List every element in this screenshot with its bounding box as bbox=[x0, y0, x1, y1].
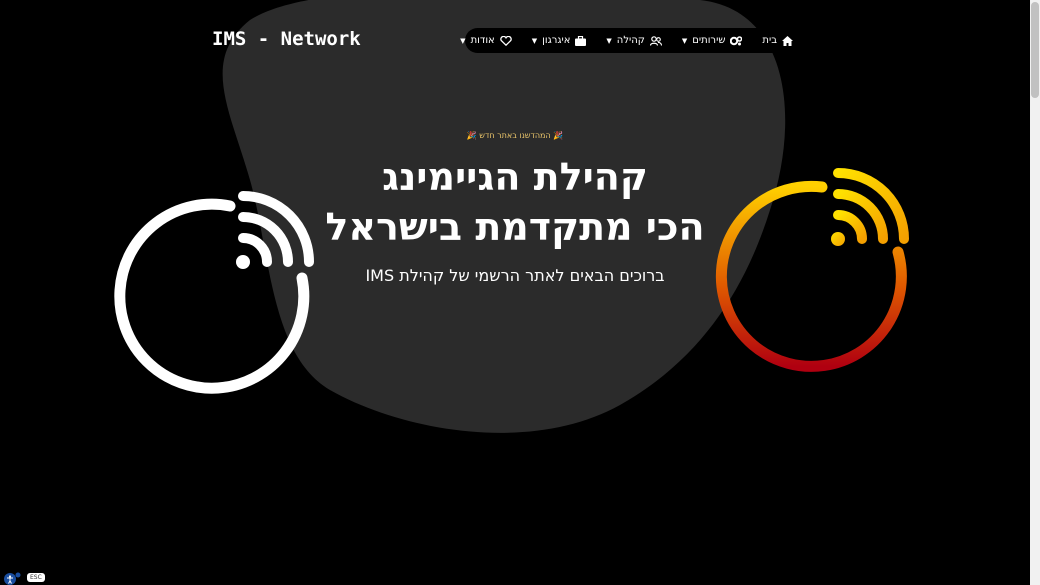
chevron-down-icon: ▼ bbox=[606, 36, 612, 45]
hero-title: קהילת הגיימינג הכי מתקדמת בישראל bbox=[0, 152, 1030, 252]
chevron-down-icon: ▼ bbox=[681, 36, 688, 45]
main-nav: בית שירותים ▼ קהילה ▼ איגרגון ▼ אודות ▼ bbox=[460, 28, 805, 53]
nav-item-label: איגרגון bbox=[542, 35, 571, 46]
chevron-down-icon: ▼ bbox=[460, 36, 466, 45]
nav-item-label: אודות bbox=[470, 35, 495, 46]
nav-item-label: שירותים bbox=[692, 35, 726, 46]
chevron-down-icon: ▼ bbox=[531, 36, 538, 45]
nav-item-community[interactable]: קהילה ▼ bbox=[606, 35, 662, 46]
site-logo[interactable]: IMS - Network bbox=[212, 28, 361, 50]
nav-item-label: בית bbox=[762, 35, 777, 46]
heart-icon bbox=[499, 35, 512, 46]
page: IMS - Network בית שירותים ▼ קהילה ▼ איגר… bbox=[0, 0, 1030, 585]
nav-item-label: קהילה bbox=[616, 35, 645, 46]
accessibility-esc-hint: ESC bbox=[27, 573, 45, 582]
gears-icon bbox=[730, 35, 743, 46]
home-icon bbox=[782, 35, 793, 46]
hero-title-line-2: הכי מתקדמת בישראל bbox=[325, 205, 705, 249]
hero-background bbox=[114, 0, 909, 433]
briefcase-icon bbox=[575, 35, 587, 46]
scrollbar[interactable] bbox=[1030, 0, 1040, 585]
hero-subtitle: ברוכים הבאים לאתר הרשמי של קהילת IMS bbox=[365, 266, 665, 285]
accessibility-icon bbox=[4, 572, 21, 585]
hero-announcement: 🎉 המהדשנו באתר חדש 🎉 bbox=[466, 131, 564, 140]
nav-item-services[interactable]: שירותים ▼ bbox=[682, 35, 743, 46]
nav-item-about[interactable]: אודות ▼ bbox=[460, 35, 512, 46]
users-icon bbox=[649, 35, 662, 46]
nav-item-home[interactable]: בית bbox=[762, 35, 793, 46]
accessibility-button[interactable] bbox=[2, 570, 24, 585]
hero-title-line-1: קהילת הגיימינג bbox=[382, 155, 648, 199]
scrollbar-thumb[interactable] bbox=[1031, 2, 1039, 98]
nav-item-organization[interactable]: איגרגון ▼ bbox=[532, 35, 587, 46]
